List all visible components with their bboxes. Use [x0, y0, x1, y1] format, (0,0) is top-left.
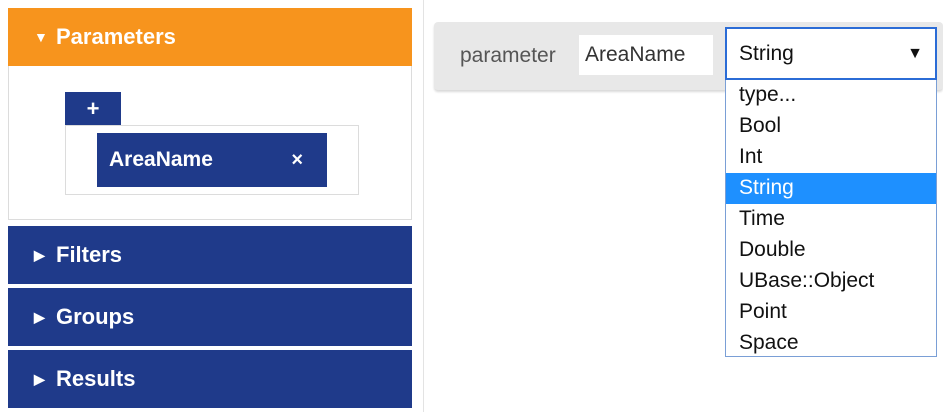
section-results-header[interactable]: ▶ Results — [8, 350, 412, 408]
dropdown-option[interactable]: Point — [726, 297, 936, 328]
dropdown-option[interactable]: Int — [726, 142, 936, 173]
dropdown-arrow-icon: ▼ — [907, 44, 923, 62]
section-title: Filters — [56, 242, 123, 267]
type-select-value: String — [739, 41, 794, 65]
parameter-chip-label: AreaName — [109, 148, 213, 171]
caret-down-icon: ▼ — [34, 29, 48, 45]
close-icon[interactable]: × — [291, 149, 303, 172]
caret-right-icon: ▶ — [34, 308, 45, 325]
parameter-label: parameter — [460, 44, 556, 67]
parameter-name-input[interactable] — [579, 35, 713, 75]
caret-right-icon: ▶ — [34, 246, 45, 263]
accordion-panel: ▼ Parameters + AreaName × ▶ Filters ▶ Gr… — [0, 0, 420, 412]
add-parameter-button[interactable]: + — [65, 92, 121, 126]
section-parameters-header[interactable]: ▼ Parameters — [8, 8, 412, 66]
dropdown-option[interactable]: type... — [726, 80, 936, 111]
caret-right-icon: ▶ — [34, 370, 45, 387]
parameters-body: + AreaName × — [8, 66, 412, 220]
section-title: Parameters — [56, 24, 176, 49]
dropdown-option[interactable]: Time — [726, 204, 936, 235]
dropdown-option[interactable]: Bool — [726, 111, 936, 142]
parameter-chip[interactable]: AreaName × — [97, 133, 327, 187]
type-select[interactable]: String ▼ — [725, 27, 937, 80]
section-title: Groups — [56, 304, 135, 329]
section-groups-header[interactable]: ▶ Groups — [8, 288, 412, 346]
panel-divider — [423, 0, 424, 412]
dropdown-option[interactable]: Double — [726, 235, 936, 266]
section-filters-header[interactable]: ▶ Filters — [8, 226, 412, 284]
dropdown-option[interactable]: Space — [726, 328, 936, 359]
section-title: Results — [56, 366, 136, 391]
dropdown-option[interactable]: UBase::Object — [726, 266, 936, 297]
parameter-list: AreaName × — [65, 125, 359, 195]
type-dropdown-list: type... Bool Int String Time Double UBas… — [725, 80, 937, 357]
dropdown-option-selected[interactable]: String — [726, 173, 936, 204]
